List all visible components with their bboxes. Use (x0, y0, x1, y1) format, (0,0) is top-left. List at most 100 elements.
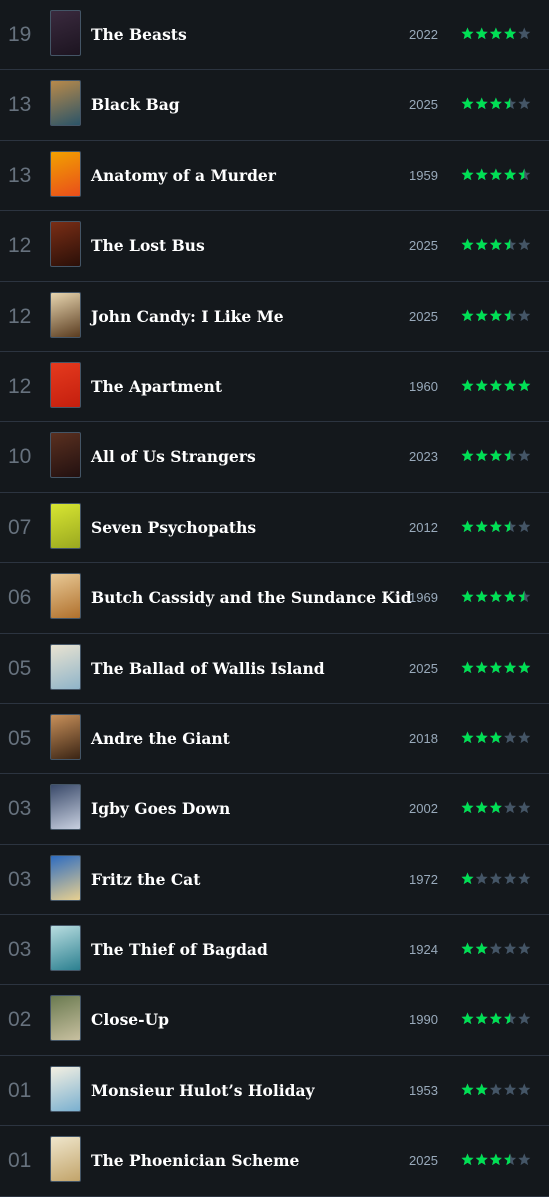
diary-day[interactable]: 05 (8, 704, 42, 774)
diary-entry[interactable]: 06 Butch Cassidy and the Sundance Kid 1969 (0, 563, 549, 634)
diary-day[interactable]: 03 (8, 845, 42, 915)
star-empty-icon (518, 1012, 531, 1025)
release-year[interactable]: 1924 (409, 915, 438, 985)
release-year[interactable]: 2018 (409, 704, 438, 774)
film-poster[interactable] (50, 1065, 81, 1112)
star-empty-icon (518, 238, 531, 251)
film-title[interactable]: Fritz the Cat (91, 845, 200, 915)
diary-entry[interactable]: 12 The Lost Bus 2025 (0, 211, 549, 282)
diary-entry[interactable]: 03 Igby Goes Down 2002 (0, 774, 549, 845)
star-full-icon (461, 520, 474, 532)
diary-entry[interactable]: 05 Andre the Giant 2018 (0, 704, 549, 775)
diary-day[interactable]: 02 (8, 985, 42, 1055)
diary-day[interactable]: 05 (8, 634, 42, 704)
film-poster[interactable] (50, 502, 81, 549)
diary-day[interactable]: 06 (8, 563, 42, 633)
film-title[interactable]: Close-Up (91, 985, 169, 1055)
film-title[interactable]: The Beasts (91, 0, 187, 70)
film-poster[interactable] (50, 925, 81, 972)
film-title[interactable]: The Thief of Bagdad (91, 915, 268, 985)
release-year[interactable]: 2025 (409, 211, 438, 281)
diary-entry[interactable]: 19 The Beasts 2022 (0, 0, 549, 71)
diary-day[interactable]: 13 (8, 141, 42, 211)
diary-entry[interactable]: 12 The Apartment 1960 (0, 352, 549, 423)
diary-day[interactable]: 12 (8, 211, 42, 281)
diary-day[interactable]: 01 (8, 1056, 42, 1126)
diary-day[interactable]: 03 (8, 774, 42, 844)
release-year[interactable]: 2002 (409, 774, 438, 844)
film-title[interactable]: The Phoenician Scheme (91, 1126, 299, 1196)
star-full-icon (475, 1083, 488, 1095)
star-empty-icon (475, 872, 488, 884)
diary-day[interactable]: 07 (8, 493, 42, 563)
film-title[interactable]: The Lost Bus (91, 211, 205, 281)
release-year[interactable]: 2022 (409, 0, 438, 70)
diary-day[interactable]: 12 (8, 282, 42, 352)
diary-entry[interactable]: 05 The Ballad of Wallis Island 2025 (0, 634, 549, 704)
star-rating (461, 445, 536, 467)
rating-stars (461, 1012, 531, 1025)
release-year[interactable]: 1972 (409, 845, 438, 915)
film-title[interactable]: Seven Psychopaths (91, 493, 256, 563)
release-year[interactable]: 1969 (409, 563, 438, 633)
diary-entry[interactable]: 13 Anatomy of a Murder 1959 (0, 141, 549, 212)
film-poster[interactable] (50, 643, 81, 690)
diary-entry[interactable]: 02 Close-Up 1990 (0, 985, 549, 1056)
diary-day[interactable]: 13 (8, 70, 42, 140)
film-poster[interactable] (50, 854, 81, 901)
film-poster[interactable] (50, 10, 81, 56)
release-year[interactable]: 1990 (409, 985, 438, 1055)
release-year[interactable]: 2012 (409, 493, 438, 563)
diary-entry[interactable]: 07 Seven Psychopaths 2012 (0, 493, 549, 564)
film-title[interactable]: Black Bag (91, 70, 180, 140)
film-title[interactable]: The Apartment (91, 352, 222, 422)
film-poster[interactable] (50, 784, 81, 831)
diary-day[interactable]: 19 (8, 0, 42, 70)
diary-entry[interactable]: 12 John Candy: I Like Me 2025 (0, 282, 549, 352)
release-year[interactable]: 1960 (409, 352, 438, 422)
film-title[interactable]: The Ballad of Wallis Island (91, 634, 325, 704)
release-year[interactable]: 2025 (409, 634, 438, 704)
film-poster[interactable] (50, 432, 81, 479)
star-full-icon (489, 309, 502, 321)
release-year[interactable]: 1959 (409, 141, 438, 211)
diary-entry[interactable]: 03 The Thief of Bagdad 1924 (0, 915, 549, 986)
film-poster[interactable] (50, 80, 81, 127)
film-poster[interactable] (50, 150, 81, 197)
diary-entry[interactable]: 03 Fritz the Cat 1972 (0, 845, 549, 916)
film-title[interactable]: Anatomy of a Murder (91, 141, 276, 211)
film-poster[interactable] (50, 573, 81, 620)
diary-list: 19 The Beasts 2022 13 Black Bag 2025 13 Anatomy… (0, 0, 549, 1197)
diary-day[interactable]: 01 (8, 1126, 42, 1196)
star-empty-icon (518, 27, 531, 40)
release-year[interactable]: 1953 (409, 1056, 438, 1126)
star-full-icon (461, 27, 474, 40)
release-year[interactable]: 2025 (409, 1126, 438, 1196)
rating-stars (461, 520, 531, 532)
film-title[interactable]: Igby Goes Down (91, 774, 230, 844)
star-rating (461, 375, 536, 397)
film-poster[interactable] (50, 361, 81, 408)
diary-day[interactable]: 10 (8, 422, 42, 492)
star-full-icon (489, 449, 502, 462)
film-poster[interactable] (50, 291, 81, 338)
release-year[interactable]: 2025 (409, 282, 438, 352)
diary-entry[interactable]: 13 Black Bag 2025 (0, 70, 549, 141)
film-title[interactable]: John Candy: I Like Me (91, 282, 284, 352)
film-poster[interactable] (50, 713, 81, 760)
film-title[interactable]: Monsieur Hulot’s Holiday (91, 1056, 315, 1126)
film-title[interactable]: All of Us Strangers (91, 422, 256, 492)
release-year[interactable]: 2023 (409, 422, 438, 492)
film-poster[interactable] (50, 1136, 81, 1183)
diary-entry[interactable]: 10 All of Us Strangers 2023 (0, 422, 549, 493)
star-rating (461, 868, 536, 890)
diary-day[interactable]: 12 (8, 352, 42, 422)
diary-entry[interactable]: 01 The Phoenician Scheme 2025 (0, 1126, 549, 1197)
diary-day[interactable]: 03 (8, 915, 42, 985)
film-poster[interactable] (50, 995, 81, 1042)
diary-entry[interactable]: 01 Monsieur Hulot’s Holiday 1953 (0, 1056, 549, 1127)
release-year[interactable]: 2025 (409, 70, 438, 140)
film-poster[interactable] (50, 221, 81, 268)
film-title[interactable]: Andre the Giant (91, 704, 230, 774)
film-title[interactable]: Butch Cassidy and the Sundance Kid (91, 563, 412, 633)
